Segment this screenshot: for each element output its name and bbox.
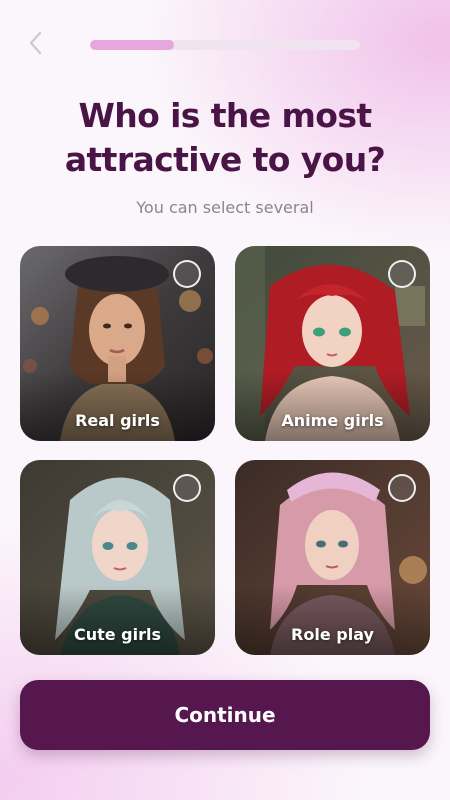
continue-button[interactable]: Continue xyxy=(20,680,430,750)
option-card-cute-girls[interactable]: Cute girls xyxy=(20,460,215,655)
back-button[interactable] xyxy=(18,28,52,62)
option-label: Real girls xyxy=(75,411,160,430)
option-card-real-girls[interactable]: Real girls xyxy=(20,246,215,441)
option-card-anime-girls[interactable]: Anime girls xyxy=(235,246,430,441)
select-radio[interactable] xyxy=(173,260,201,288)
chevron-left-icon xyxy=(28,31,42,60)
select-radio[interactable] xyxy=(388,474,416,502)
option-label: Cute girls xyxy=(73,625,162,644)
page-title: Who is the most attractive to you? xyxy=(64,96,386,179)
page-subtitle: You can select several xyxy=(136,198,314,217)
select-radio[interactable] xyxy=(173,474,201,502)
progress-bar xyxy=(90,40,360,50)
option-card-role-play[interactable]: Role play xyxy=(235,460,430,655)
option-label: Anime girls xyxy=(281,411,384,430)
progress-bar-fill xyxy=(90,40,174,50)
select-radio[interactable] xyxy=(388,260,416,288)
option-label: Role play xyxy=(291,625,374,644)
